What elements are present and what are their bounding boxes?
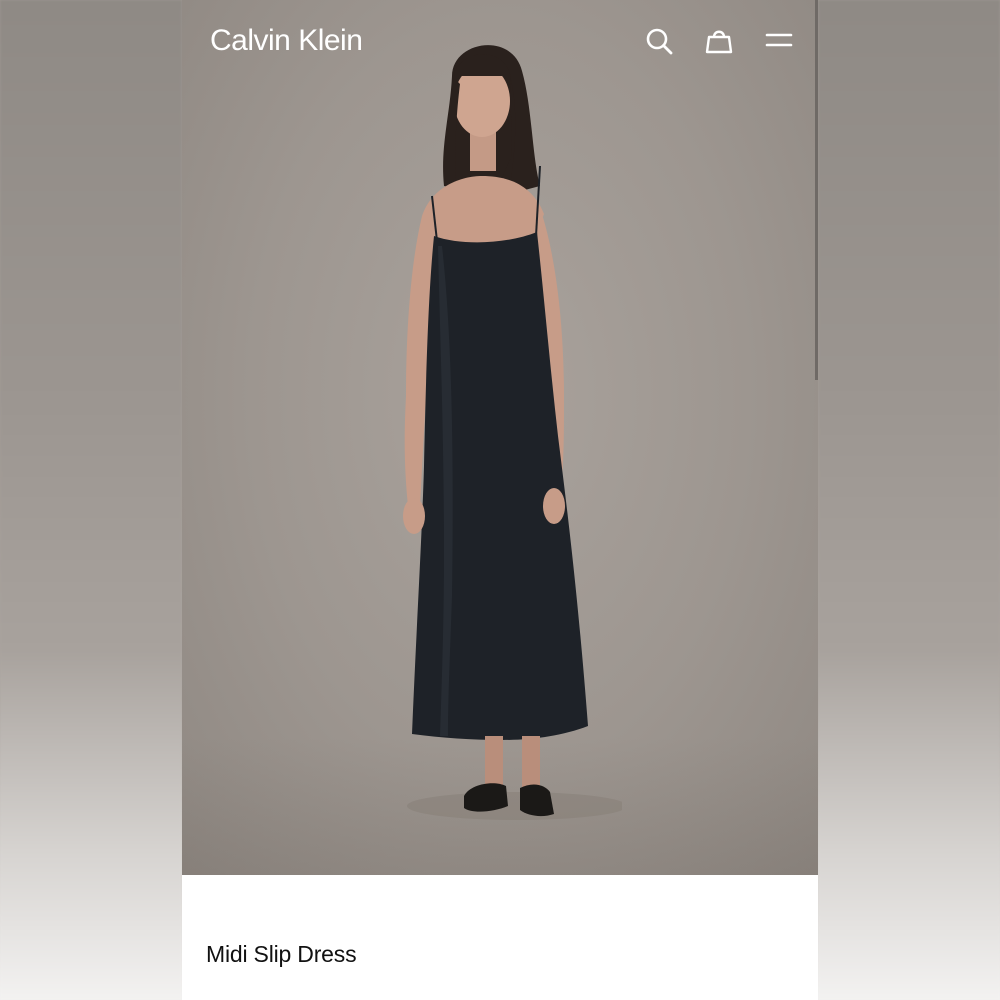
- product-title[interactable]: Midi Slip Dress: [206, 941, 357, 968]
- blurred-backdrop-left: [0, 0, 182, 1000]
- blurred-backdrop-right: [818, 0, 1000, 1000]
- site-header: Calvin Klein: [182, 0, 818, 86]
- mobile-screen: Calvin Klein Midi Slip Dress: [182, 0, 818, 1000]
- search-icon[interactable]: [644, 26, 674, 56]
- product-hero-image[interactable]: Calvin Klein: [182, 0, 818, 875]
- brand-logo[interactable]: Calvin Klein: [210, 24, 363, 58]
- product-info-panel: Midi Slip Dress: [182, 875, 818, 1000]
- model-in-slip-dress: [403, 45, 622, 820]
- menu-icon[interactable]: [764, 26, 794, 56]
- video-frame: Calvin Klein Midi Slip Dress: [0, 0, 1000, 1000]
- bag-icon[interactable]: [704, 26, 734, 56]
